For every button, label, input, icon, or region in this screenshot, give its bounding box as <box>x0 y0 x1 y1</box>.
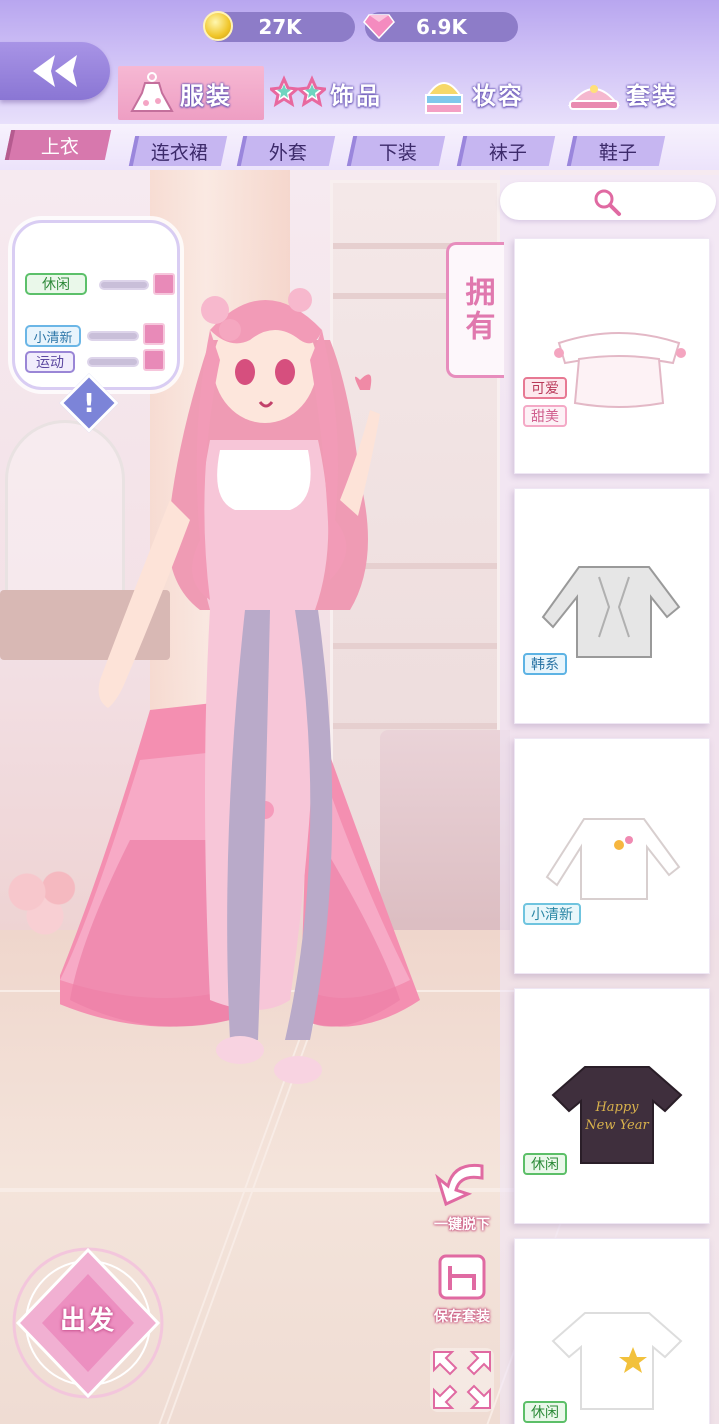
save-hanger-icon <box>438 1254 486 1300</box>
search-button[interactable] <box>500 182 716 220</box>
svg-text:New Year: New Year <box>584 1118 649 1133</box>
subtab-coats[interactable]: 外套 <box>236 136 336 166</box>
item-card[interactable]: 可爱 甜美 <box>514 238 710 474</box>
style-attributes-panel: 休闲 小清新 运动 <box>12 220 180 390</box>
style-tag-sport: 运动 <box>25 351 75 373</box>
subcategory-tabs: 上衣 连衣裙 外套 下装 袜子 鞋子 <box>0 124 719 170</box>
go-label: 出发 <box>59 1306 116 1336</box>
category-label: 套装 <box>626 81 678 110</box>
crown-icon <box>567 85 621 110</box>
subtab-socks[interactable]: 袜子 <box>456 136 556 166</box>
pink-diamond-icon <box>363 14 395 39</box>
subtab-tops[interactable]: 上衣 <box>4 130 112 160</box>
fullscreen-icon[interactable] <box>428 1346 496 1414</box>
exclamation-icon: ! <box>83 389 95 419</box>
item-tag: 韩系 <box>523 653 567 675</box>
subtab-shoes[interactable]: 鞋子 <box>566 136 666 166</box>
gold-coin-icon <box>203 11 233 41</box>
subtab-bottoms[interactable]: 下装 <box>346 136 446 166</box>
double-arrow-left-icon <box>33 55 77 87</box>
owned-filter-tab[interactable]: 拥有 <box>446 242 504 378</box>
item-tag: 小清新 <box>523 903 581 925</box>
subtab-dresses[interactable]: 连衣裙 <box>128 136 228 166</box>
flower-longsleeve-icon <box>545 818 681 900</box>
item-card[interactable]: 韩系 <box>514 488 710 724</box>
item-tag: 可爱 <box>523 377 567 399</box>
style-adjust-button[interactable] <box>143 349 165 371</box>
dress-icon <box>130 72 174 112</box>
top-bar: 27K 6.9K 服装 饰品 妆容 套装 <box>0 0 719 125</box>
category-label: 饰品 <box>330 81 382 110</box>
category-clothing[interactable]: 服装 <box>118 66 264 120</box>
style-bar <box>87 331 139 341</box>
svg-text:Happy: Happy <box>594 1100 639 1115</box>
back-button[interactable] <box>0 42 110 100</box>
item-card[interactable]: Happy New Year 休闲 <box>514 988 710 1224</box>
knit-sweater-icon <box>541 566 681 658</box>
style-tag-fresh: 小清新 <box>25 325 81 347</box>
category-makeup[interactable]: 妆容 <box>420 66 560 120</box>
star-glasses-icon <box>270 75 326 108</box>
category-label: 妆容 <box>472 81 524 110</box>
undress-label: 一键脱下 <box>434 1217 490 1233</box>
category-accessories[interactable]: 饰品 <box>270 66 410 120</box>
category-outfits[interactable]: 套装 <box>566 66 706 120</box>
save-outfit-label: 保存套装 <box>434 1309 490 1325</box>
character-avatar[interactable] <box>60 280 480 1160</box>
gem-counter[interactable]: 6.9K <box>363 12 518 42</box>
style-bar <box>99 280 149 290</box>
style-adjust-button[interactable] <box>153 273 175 295</box>
search-icon <box>594 189 621 216</box>
gem-amount: 6.9K <box>416 15 467 39</box>
happy-new-year-tee-icon: Happy New Year <box>551 1066 683 1164</box>
coin-counter[interactable]: 27K <box>203 11 355 42</box>
item-card[interactable]: 休闲 <box>514 1238 710 1424</box>
style-tag-casual: 休闲 <box>25 273 87 295</box>
coin-amount: 27K <box>258 15 302 39</box>
undress-all-button[interactable]: 一键脱下 <box>426 1158 498 1234</box>
item-tag: 甜美 <box>523 405 567 427</box>
cake-makeup-icon <box>425 82 463 114</box>
off-shoulder-top-icon <box>554 332 686 408</box>
save-outfit-button[interactable]: 保存套装 <box>426 1252 498 1326</box>
star-tee-icon <box>551 1312 683 1410</box>
undo-arrow-icon <box>435 1163 484 1207</box>
item-tag: 休闲 <box>523 1153 567 1175</box>
item-tag: 休闲 <box>523 1401 567 1423</box>
category-label: 服装 <box>180 81 232 110</box>
item-card[interactable]: 小清新 <box>514 738 710 974</box>
style-bar <box>87 357 139 367</box>
style-adjust-button[interactable] <box>143 323 165 345</box>
